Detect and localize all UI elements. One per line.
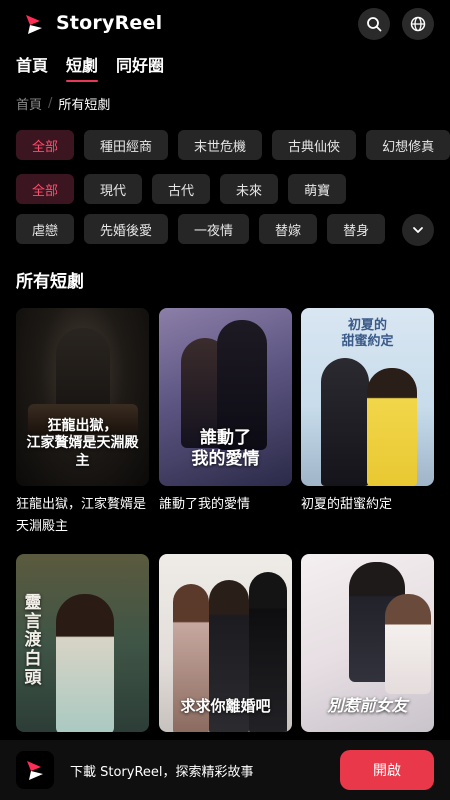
drama-poster[interactable]: 求求你離婚吧 bbox=[159, 554, 292, 732]
filter-row-theme: 虐戀 先婚後愛 一夜情 替嫁 替身 bbox=[16, 214, 386, 244]
filter-chip[interactable]: 種田經商 bbox=[84, 130, 169, 160]
filter-chip[interactable]: 虐戀 bbox=[16, 214, 75, 244]
filter-chip-all[interactable]: 全部 bbox=[16, 130, 75, 160]
drama-poster[interactable]: 別惹前女友 bbox=[301, 554, 434, 732]
filter-chip-all[interactable]: 全部 bbox=[16, 174, 75, 204]
language-button[interactable] bbox=[402, 8, 434, 40]
drama-poster[interactable]: 誰動了 我的愛情 bbox=[159, 308, 292, 486]
drama-title[interactable]: 初夏的甜蜜約定 bbox=[301, 494, 434, 516]
filter-row-era: 全部 現代 古代 未來 萌寶 bbox=[16, 174, 347, 204]
poster-figure bbox=[385, 594, 431, 694]
app-header: StoryReel bbox=[0, 0, 450, 48]
search-icon bbox=[367, 17, 382, 32]
open-app-button[interactable]: 開啟 bbox=[340, 750, 434, 790]
globe-icon bbox=[410, 16, 426, 32]
expand-filters-button[interactable] bbox=[402, 214, 434, 246]
filter-chip[interactable]: 先婚後愛 bbox=[84, 214, 169, 244]
drama-card[interactable]: 誰動了 我的愛情 誰動了我的愛情 bbox=[159, 308, 292, 516]
chevron-down-icon bbox=[413, 227, 423, 233]
section-title: 所有短劇 bbox=[16, 272, 84, 292]
app-icon bbox=[16, 751, 54, 789]
main-nav: 首頁 短劇 同好圈 bbox=[16, 52, 182, 82]
storyreel-logo[interactable] bbox=[22, 12, 46, 36]
app-download-banner: 下載 StoryReel，探索精彩故事 開啟 bbox=[0, 740, 450, 800]
drama-card[interactable]: 初夏的 甜蜜約定 初夏的甜蜜約定 bbox=[301, 308, 434, 516]
drama-card[interactable]: 靈言渡白頭 bbox=[16, 554, 149, 732]
brand-name[interactable]: StoryReel bbox=[56, 12, 162, 34]
poster-figure bbox=[367, 368, 417, 486]
drama-card[interactable]: 狂龍出獄， 江家贅婿是天淵殿主 狂龍出獄，江家贅婿是天淵殿主 bbox=[16, 308, 149, 538]
breadcrumb-current: 所有短劇 bbox=[58, 98, 111, 113]
drama-title[interactable]: 誰動了我的愛情 bbox=[159, 494, 292, 516]
poster-figure bbox=[321, 358, 369, 486]
filter-chip[interactable]: 替身 bbox=[327, 214, 386, 244]
filter-chip[interactable]: 古代 bbox=[152, 174, 211, 204]
filter-chip[interactable]: 幻想修真 bbox=[366, 130, 450, 160]
drama-poster[interactable]: 狂龍出獄， 江家贅婿是天淵殿主 bbox=[16, 308, 149, 486]
breadcrumb: 首頁 / 所有短劇 bbox=[16, 94, 110, 113]
poster-title: 求求你離婚吧 bbox=[180, 697, 271, 716]
poster-title: 初夏的 甜蜜約定 bbox=[341, 318, 394, 350]
filter-chip[interactable]: 萌寶 bbox=[288, 174, 347, 204]
filter-chip[interactable]: 現代 bbox=[84, 174, 143, 204]
drama-poster[interactable]: 靈言渡白頭 bbox=[16, 554, 149, 732]
filter-row-category: 全部 種田經商 末世危機 古典仙俠 幻想修真 bbox=[16, 130, 450, 160]
drama-poster[interactable]: 初夏的 甜蜜約定 bbox=[301, 308, 434, 486]
tab-fan-circle[interactable]: 同好圈 bbox=[116, 52, 164, 82]
filter-chip[interactable]: 古典仙俠 bbox=[272, 130, 357, 160]
breadcrumb-separator: / bbox=[48, 96, 53, 111]
download-prompt-text: 下載 StoryReel，探索精彩故事 bbox=[70, 765, 254, 780]
drama-card[interactable]: 別惹前女友 bbox=[301, 554, 434, 732]
filter-chip[interactable]: 末世危機 bbox=[178, 130, 263, 160]
filter-chip[interactable]: 未來 bbox=[220, 174, 279, 204]
tab-dramas[interactable]: 短劇 bbox=[66, 52, 99, 82]
tab-home[interactable]: 首頁 bbox=[16, 52, 48, 82]
search-button[interactable] bbox=[358, 8, 390, 40]
storyreel-logo-icon bbox=[27, 761, 43, 780]
filter-chip[interactable]: 一夜情 bbox=[178, 214, 250, 244]
poster-title: 別惹前女友 bbox=[327, 696, 408, 715]
poster-title: 誰動了 我的愛情 bbox=[191, 427, 260, 469]
poster-title: 狂龍出獄， 江家贅婿是天淵殿主 bbox=[26, 417, 139, 469]
drama-title[interactable]: 狂龍出獄，江家贅婿是天淵殿主 bbox=[16, 494, 149, 538]
filter-chip[interactable]: 替嫁 bbox=[259, 214, 318, 244]
poster-figure bbox=[56, 594, 114, 732]
drama-card[interactable]: 求求你離婚吧 bbox=[159, 554, 292, 732]
breadcrumb-home[interactable]: 首頁 bbox=[16, 94, 42, 113]
poster-title: 靈言渡白頭 bbox=[24, 593, 42, 688]
